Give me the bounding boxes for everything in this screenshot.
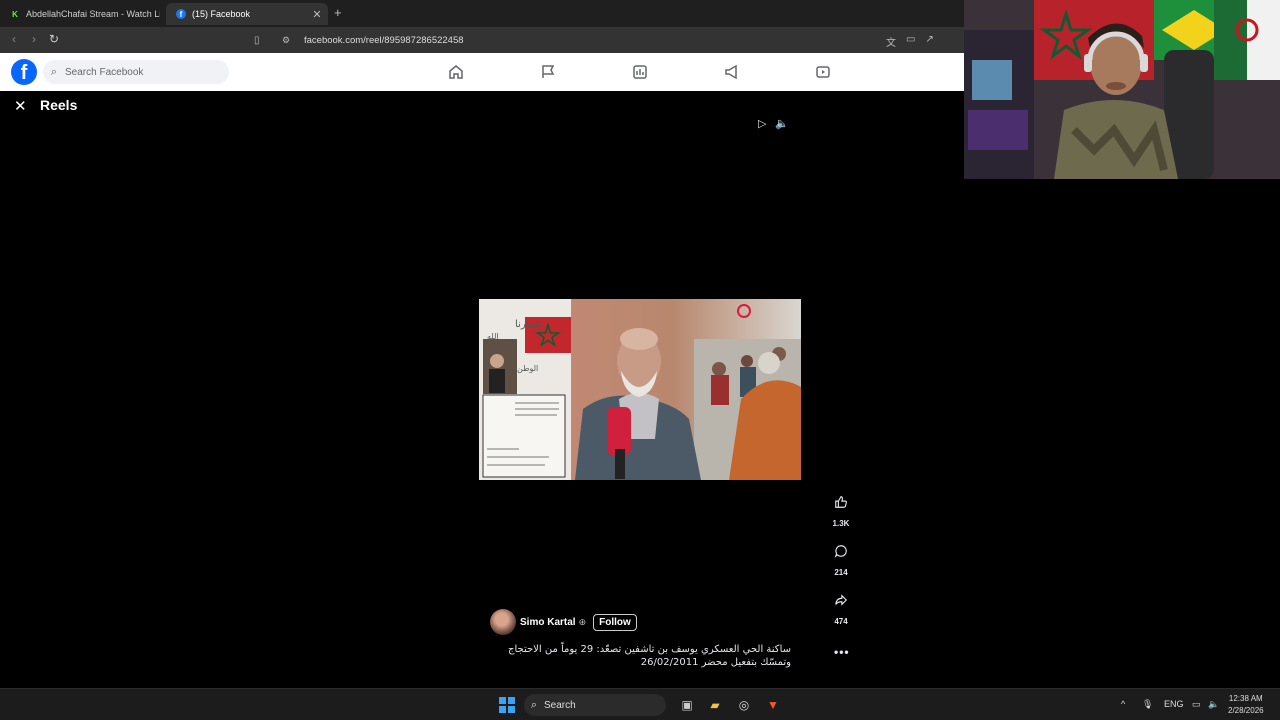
share-action[interactable]: 474 (826, 587, 856, 626)
tray-overflow-icon[interactable]: ^ (1121, 699, 1125, 709)
facebook-logo[interactable]: f (11, 59, 37, 85)
search-placeholder: Search Facebook (65, 66, 144, 78)
reload-icon[interactable]: ↻ (46, 32, 62, 46)
tab-facebook[interactable]: f (15) Facebook ✕ (166, 3, 328, 25)
flag-icon[interactable] (539, 63, 557, 81)
more-options-icon[interactable]: ••• (834, 645, 850, 659)
tab-kick-stream[interactable]: K AbdellahChafai Stream - Watch Live o (0, 3, 160, 25)
translate-icon[interactable]: 文 (886, 34, 896, 49)
microphone-icon[interactable]: 🎙 (1142, 699, 1153, 710)
clock-date: 2/28/2026 (1228, 706, 1264, 715)
megaphone-icon[interactable] (723, 63, 741, 81)
comment-action[interactable]: 214 (826, 538, 856, 577)
share-arrow-icon[interactable] (828, 587, 854, 613)
search-icon: ⌕ (50, 65, 58, 78)
play-icon[interactable]: ▷ (758, 117, 766, 130)
language-indicator[interactable]: ENG (1164, 699, 1184, 709)
speaker-icon[interactable]: 🔈 (1208, 699, 1219, 710)
facebook-header: f ⌕ Search Facebook (0, 53, 964, 91)
task-view-icon[interactable]: ▣ (678, 696, 696, 714)
video-icon[interactable] (814, 63, 832, 81)
facebook-icon: f (176, 9, 186, 19)
new-tab-button[interactable]: + (334, 5, 342, 20)
taskbar-search[interactable]: ⌕ Search (524, 694, 666, 716)
search-icon: ⌕ (530, 698, 538, 711)
windows-taskbar: ⌕ Search ▣ ▰ ◎ ▼ ^ 🎙 ENG ▭ 🔈 12:38 AM 2/… (0, 688, 1280, 720)
chart-icon[interactable] (631, 63, 649, 81)
clock-time: 12:38 AM (1228, 694, 1263, 703)
search-input[interactable]: ⌕ Search Facebook (43, 60, 229, 84)
cast-icon[interactable]: ▭ (906, 34, 915, 49)
tab-title: AbdellahChafai Stream - Watch Live o (26, 9, 160, 19)
webcam-feed-image (964, 0, 1280, 179)
webcam-overlay (964, 0, 1280, 179)
bookmark-icon[interactable]: ▯ (254, 35, 272, 46)
close-reels-icon[interactable]: ✕ (14, 97, 27, 115)
site-info-icon[interactable]: ⚙ (282, 35, 298, 46)
share-count: 474 (834, 617, 848, 626)
avatar[interactable] (490, 609, 516, 635)
sign-text: شعارنا (515, 319, 542, 330)
system-clock[interactable]: 12:38 AM 2/28/2026 (1228, 693, 1264, 717)
sign-text: الله (487, 332, 499, 341)
comment-count: 214 (834, 568, 848, 577)
forward-icon[interactable]: › (26, 32, 42, 46)
address-bar[interactable]: ▯ ⚙ facebook.com/reel/895987286522458 (254, 30, 964, 50)
reel-video[interactable]: شعارنا الله الوطن (479, 299, 801, 480)
comment-icon[interactable] (828, 538, 854, 564)
taskbar-search-label: Search (544, 699, 576, 711)
author-name[interactable]: Simo Kartal (520, 617, 576, 628)
volume-icon[interactable]: 🔈 (775, 117, 789, 130)
follow-button[interactable]: Follow (593, 613, 637, 631)
like-action[interactable]: 1.3K (826, 489, 856, 528)
network-icon[interactable]: ▭ (1192, 699, 1201, 710)
like-count: 1.3K (832, 519, 850, 528)
video-frame-image: شعارنا الله الوطن (479, 299, 801, 480)
file-explorer-icon[interactable]: ▰ (706, 696, 724, 714)
page-title: Reels (40, 97, 78, 113)
close-tab-icon[interactable]: ✕ (310, 8, 324, 21)
kick-icon: K (10, 9, 20, 19)
toolbar-icons: 文 ▭ ↗ (886, 34, 934, 49)
share-icon[interactable]: ↗ (925, 34, 933, 49)
tab-title: (15) Facebook (192, 9, 251, 19)
url-text: facebook.com/reel/895987286522458 (304, 34, 464, 46)
reel-caption: ساكنة الحي العسكري يوسف بن تاشفين تصعّد:… (508, 644, 791, 668)
reel-author: Simo Kartal ⊕ Follow (490, 609, 637, 635)
like-icon[interactable] (828, 489, 854, 515)
back-icon[interactable]: ‹ (6, 32, 22, 46)
globe-icon: ⊕ (578, 616, 587, 627)
windows-start-icon[interactable] (499, 697, 515, 713)
brave-browser-icon[interactable]: ▼ (764, 696, 782, 714)
home-icon[interactable] (447, 63, 465, 81)
steam-icon[interactable]: ◎ (735, 696, 753, 714)
sign-text: الوطن (517, 364, 538, 373)
